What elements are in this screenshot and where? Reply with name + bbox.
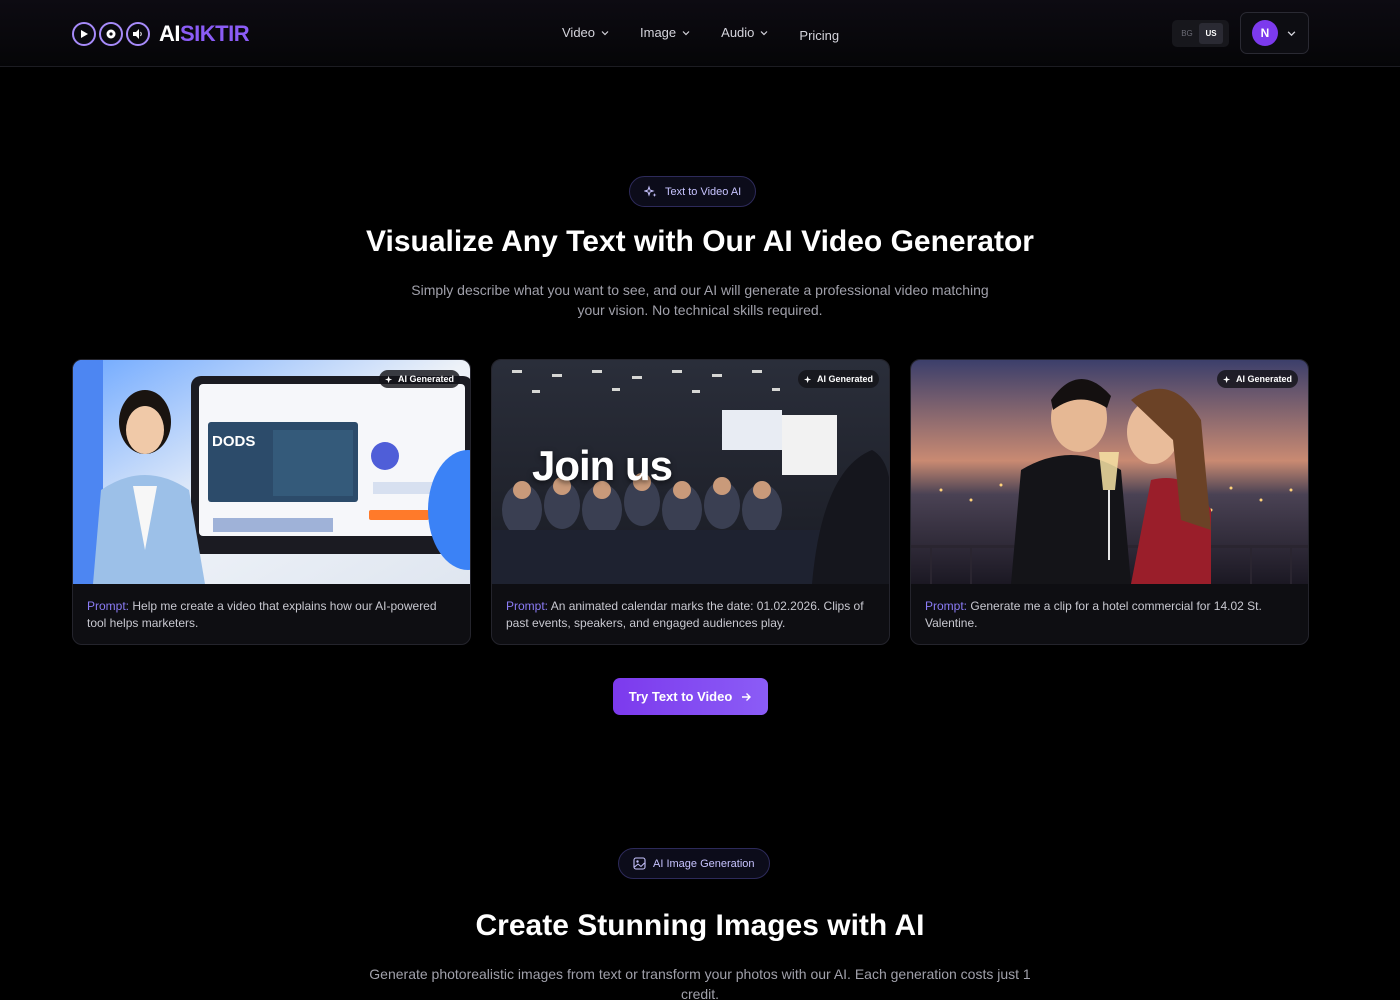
- example-card[interactable]: Join us AI Generated Prompt: An animated…: [491, 359, 890, 645]
- lang-us-option[interactable]: US: [1199, 23, 1223, 44]
- sparkles-icon: [803, 375, 812, 383]
- top-nav: AI SIKTIR Video Image Audio Pricing BG U…: [0, 0, 1400, 67]
- ai-generated-badge: AI Generated: [797, 370, 879, 388]
- section-badge-text-to-video: Text to Video AI: [629, 176, 757, 207]
- video-overlay-text: Join us: [532, 442, 673, 489]
- section-subtitle: Generate photorealistic images from text…: [369, 966, 1031, 1000]
- svg-text:DODS: DODS: [212, 433, 255, 450]
- section-badge-image-generation: AI Image Generation: [618, 848, 770, 879]
- arrow-right-icon: [742, 692, 752, 701]
- nav-audio[interactable]: Audio: [721, 25, 768, 40]
- prompt-label: Prompt:: [506, 599, 549, 613]
- nav-audio-label: Audio: [721, 25, 755, 40]
- sparkles-icon: [384, 375, 393, 383]
- example-card[interactable]: DODS AI Generated Prompt: Help me create…: [72, 359, 471, 645]
- nav-video-label: Video: [562, 25, 596, 40]
- chevron-down-icon: [1287, 30, 1296, 36]
- nav-pricing[interactable]: Pricing: [799, 28, 839, 43]
- lang-bg-option[interactable]: BG: [1175, 23, 1199, 44]
- speaker-icon: [126, 21, 150, 46]
- card-prompt: Prompt: Generate me a clip for a hotel c…: [925, 598, 1294, 632]
- play-icon: [72, 21, 96, 46]
- chevron-down-icon: [682, 30, 690, 35]
- ai-generated-badge: AI Generated: [378, 370, 460, 388]
- sparkles-icon: [1222, 375, 1231, 383]
- prompt-text: Help me create a video that explains how…: [87, 599, 437, 630]
- avatar: N: [1252, 20, 1278, 46]
- logo-ai-text: AI: [159, 20, 181, 46]
- ai-generated-badge: AI Generated: [1216, 370, 1298, 388]
- ai-generated-label: AI Generated: [397, 374, 454, 384]
- chevron-down-icon: [760, 30, 768, 35]
- brand-logo[interactable]: AI SIKTIR: [72, 20, 250, 46]
- section-badge-label: Text to Video AI: [665, 185, 742, 198]
- ai-generated-label: AI Generated: [816, 374, 873, 384]
- section-title: Visualize Any Text with Our AI Video Gen…: [366, 225, 1034, 258]
- prompt-text: Generate me a clip for a hotel commercia…: [925, 599, 1262, 630]
- image-icon: [633, 857, 646, 870]
- card-prompt: Prompt: Help me create a video that expl…: [87, 598, 456, 632]
- ai-generated-label: AI Generated: [1235, 374, 1292, 384]
- film-reel-icon: [99, 21, 123, 46]
- main-menu: Video Image Audio Pricing: [562, 22, 870, 43]
- section-title: Create Stunning Images with AI: [475, 909, 925, 942]
- try-text-to-video-button[interactable]: Try Text to Video: [613, 678, 768, 715]
- example-card[interactable]: AI Generated Prompt: Generate me a clip …: [910, 359, 1309, 645]
- video-thumbnail[interactable]: DODS AI Generated: [73, 360, 470, 584]
- video-thumbnail[interactable]: Join us AI Generated: [492, 360, 889, 584]
- section-subtitle: Simply describe what you want to see, an…: [411, 282, 989, 318]
- language-switcher: BG US: [1172, 20, 1229, 47]
- video-thumbnail[interactable]: AI Generated: [911, 360, 1308, 584]
- cta-label: Try Text to Video: [628, 689, 733, 704]
- sparkles-icon: [644, 184, 657, 197]
- nav-video[interactable]: Video: [562, 25, 609, 40]
- prompt-label: Prompt:: [925, 599, 968, 613]
- chevron-down-icon: [601, 30, 609, 35]
- nav-image[interactable]: Image: [640, 25, 690, 40]
- prompt-label: Prompt:: [87, 599, 130, 613]
- nav-image-label: Image: [640, 25, 677, 40]
- user-menu[interactable]: N: [1240, 12, 1309, 54]
- logo-brand-text: SIKTIR: [180, 20, 250, 46]
- card-prompt: Prompt: An animated calendar marks the d…: [506, 598, 875, 632]
- prompt-text: An animated calendar marks the date: 01.…: [506, 599, 864, 630]
- section-badge-label: AI Image Generation: [653, 857, 755, 870]
